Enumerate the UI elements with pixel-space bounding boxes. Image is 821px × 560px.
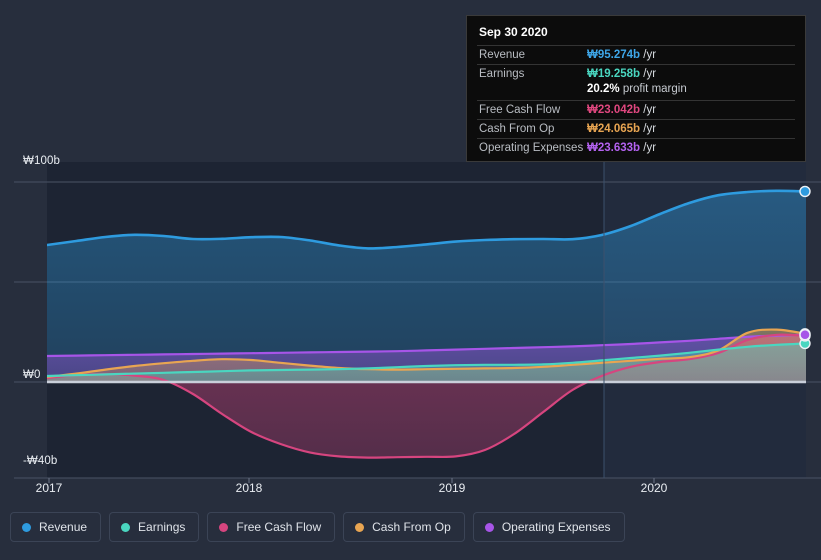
- tooltip-amount-operating-expenses: ₩23.633b: [587, 142, 641, 154]
- tooltip-value-profit-margin: 20.2% profit margin: [587, 83, 687, 95]
- cash-from-op-color-dot: [355, 522, 365, 532]
- tooltip-key-free-cash-flow: Free Cash Flow: [479, 104, 561, 116]
- tooltip-date: Sep 30 2020: [479, 25, 548, 39]
- financials-chart-widget: ₩100b ₩0 -₩40b 2017 2018 2019 2020 Sep 3…: [0, 0, 821, 560]
- tooltip-profit-margin-label: profit margin: [622, 83, 687, 95]
- earnings-color-dot: [121, 522, 131, 532]
- legend-item-earnings[interactable]: Earnings: [109, 512, 200, 542]
- legend-label-earnings: Earnings: [138, 520, 186, 534]
- legend-item-revenue[interactable]: Revenue: [10, 512, 102, 542]
- free-cash-flow-color-dot: [219, 522, 229, 532]
- x-axis-label-2018: 2018: [235, 481, 263, 495]
- tooltip-row-free-cash-flow: Free Cash Flow ₩23.042b /yr: [477, 100, 795, 119]
- y-axis-label-top: ₩100b: [23, 155, 60, 167]
- x-axis-label-2019: 2019: [438, 481, 466, 495]
- tooltip-amount-free-cash-flow: ₩23.042b: [587, 104, 641, 116]
- tooltip-key-revenue: Revenue: [479, 49, 526, 61]
- data-tooltip: Sep 30 2020 Revenue ₩95.274b /yr Earning…: [466, 15, 806, 162]
- tooltip-row-revenue: Revenue ₩95.274b /yr: [477, 45, 795, 64]
- y-axis-label-zero: ₩0: [23, 369, 41, 381]
- legend-label-operating-expenses: Operating Expenses: [501, 520, 611, 534]
- legend-item-operating-expenses[interactable]: Operating Expenses: [472, 512, 625, 542]
- tooltip-value-operating-expenses: ₩23.633b /yr: [587, 142, 656, 154]
- x-axis-label-2017: 2017: [35, 481, 63, 495]
- tooltip-value-cash-from-op: ₩24.065b /yr: [587, 123, 656, 135]
- legend-item-cash-from-op[interactable]: Cash From Op: [343, 512, 465, 542]
- tooltip-row-cash-from-op: Cash From Op ₩24.065b /yr: [477, 119, 795, 138]
- chart-legend: Revenue Earnings Free Cash Flow Cash Fro…: [10, 512, 625, 542]
- tooltip-key-operating-expenses: Operating Expenses: [479, 142, 584, 154]
- legend-item-free-cash-flow[interactable]: Free Cash Flow: [207, 512, 336, 542]
- tooltip-unit-free-cash-flow: /yr: [643, 104, 657, 116]
- tooltip-row-operating-expenses: Operating Expenses ₩23.633b /yr: [477, 138, 795, 157]
- revenue-color-dot: [22, 522, 31, 532]
- tooltip-key-earnings: Earnings: [479, 68, 525, 80]
- tooltip-amount-revenue: ₩95.274b: [587, 49, 641, 61]
- legend-label-free-cash-flow: Free Cash Flow: [236, 520, 322, 534]
- tooltip-unit-revenue: /yr: [643, 49, 657, 61]
- x-axis-label-2020: 2020: [640, 481, 668, 495]
- tooltip-value-free-cash-flow: ₩23.042b /yr: [587, 104, 656, 116]
- operating-expenses-color-dot: [484, 522, 494, 532]
- tooltip-unit-earnings: /yr: [643, 68, 657, 80]
- tooltip-amount-earnings: ₩19.258b: [587, 68, 641, 80]
- tooltip-unit-operating-expenses: /yr: [643, 142, 657, 154]
- y-axis-label-bottom: -₩40b: [23, 455, 58, 467]
- legend-label-cash-from-op: Cash From Op: [372, 520, 451, 534]
- tooltip-value-revenue: ₩95.274b /yr: [587, 49, 656, 61]
- legend-label-revenue: Revenue: [39, 520, 88, 534]
- tooltip-profit-margin-value: 20.2%: [587, 83, 620, 95]
- tooltip-unit-cash-from-op: /yr: [643, 123, 657, 135]
- tooltip-row-earnings: Earnings ₩19.258b /yr: [477, 64, 795, 83]
- tooltip-value-earnings: ₩19.258b /yr: [587, 68, 656, 80]
- tooltip-amount-cash-from-op: ₩24.065b: [587, 123, 641, 135]
- tooltip-key-cash-from-op: Cash From Op: [479, 123, 555, 135]
- tooltip-row-profit-margin: 20.2% profit margin: [477, 83, 795, 100]
